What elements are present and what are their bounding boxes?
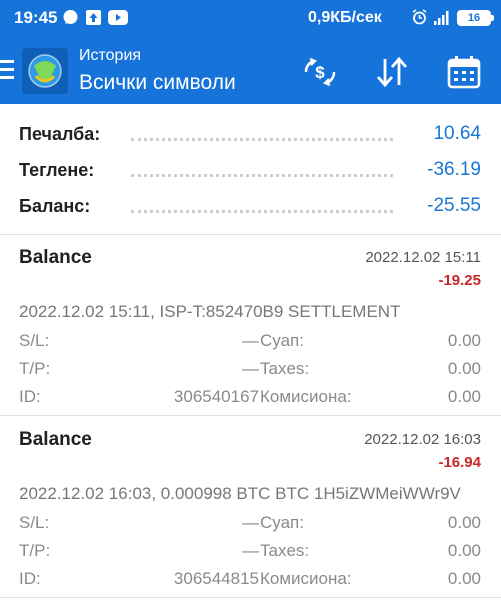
swap-label: Суап: <box>260 513 304 532</box>
deal-item[interactable]: Balance 2022.12.02 15:11 -19.25 2022.12.… <box>0 235 501 416</box>
chat-icon <box>63 10 78 24</box>
summary-row-profit: Печалба: 10.64 <box>19 118 481 152</box>
deal-row-id-commission: ID: 306544815 Комисиона: 0.00 <box>19 569 481 593</box>
sl-label: S/L: <box>19 331 50 350</box>
taxes-label: Taxes: <box>260 541 310 560</box>
deal-type: Balance <box>19 247 92 268</box>
app-bar-subtitle: История <box>79 47 142 64</box>
taxes-value: 0.00 <box>447 359 481 378</box>
upload-icon <box>86 10 101 25</box>
calendar-icon <box>447 56 481 89</box>
commission-value: 0.00 <box>447 569 481 588</box>
menu-icon[interactable] <box>0 60 14 82</box>
app-bar: История Всички символи $ <box>0 36 501 104</box>
summary-row-balance: Баланс: -25.55 <box>19 190 481 224</box>
dotted-leader <box>131 138 393 141</box>
commission-label: Комисиона: <box>260 569 352 588</box>
id-value: 306544815 <box>173 569 259 588</box>
dollar-exchange-button[interactable]: $ <box>300 52 340 92</box>
summary-row-withdrawal: Теглене: -36.19 <box>19 154 481 188</box>
summary-value: -25.55 <box>427 195 481 216</box>
sl-value: — <box>242 513 259 532</box>
sort-button[interactable] <box>372 52 412 92</box>
svg-text:$: $ <box>315 63 325 82</box>
sl-value: — <box>242 331 259 350</box>
deal-type: Balance <box>19 429 92 450</box>
summary-value: 10.64 <box>433 123 481 144</box>
deal-row-sl-swap: S/L: — Суап: 0.00 <box>19 331 481 355</box>
summary-value: -36.19 <box>427 159 481 180</box>
dotted-leader <box>131 210 393 213</box>
id-value: 306540167 <box>173 387 259 406</box>
deal-time: 2022.12.02 15:11 <box>365 249 481 266</box>
deal-row-tp-taxes: T/P: — Taxes: 0.00 <box>19 359 481 383</box>
swap-value: 0.00 <box>447 513 481 532</box>
summary-label: Баланс: <box>19 196 91 216</box>
deal-amount: -16.94 <box>438 454 481 471</box>
tp-label: T/P: <box>19 359 51 378</box>
commission-value: 0.00 <box>447 387 481 406</box>
taxes-label: Taxes: <box>260 359 310 378</box>
deal-comment: 2022.12.02 15:11, ISP-T:852470B9 SETTLEM… <box>19 302 401 321</box>
deal-item[interactable]: Balance 2022.12.02 16:03 -16.94 2022.12.… <box>0 417 501 598</box>
summary-label: Печалба: <box>19 124 101 144</box>
youtube-icon <box>108 10 128 25</box>
summary-panel: Печалба: 10.64 Теглене: -36.19 Баланс: -… <box>0 104 501 235</box>
summary-label: Теглене: <box>19 160 95 180</box>
alarm-icon <box>412 9 427 25</box>
sl-label: S/L: <box>19 513 50 532</box>
swap-value: 0.00 <box>447 331 481 350</box>
status-bar: 19:45 0,9КБ/сек 16 <box>0 0 501 36</box>
deal-amount: -19.25 <box>438 272 481 289</box>
taxes-value: 0.00 <box>447 541 481 560</box>
deal-row-id-commission: ID: 306540167 Комисиона: 0.00 <box>19 387 481 411</box>
calendar-button[interactable] <box>444 52 484 92</box>
notification-icons <box>62 9 128 26</box>
dollar-exchange-icon: $ <box>304 57 336 87</box>
app-bar-title[interactable]: Всички символи <box>79 71 236 95</box>
deal-row-sl-swap: S/L: — Суап: 0.00 <box>19 513 481 537</box>
tp-value: — <box>242 541 259 560</box>
battery-icon: 16 <box>457 10 494 26</box>
dotted-leader <box>131 174 393 177</box>
tp-label: T/P: <box>19 541 51 560</box>
id-label: ID: <box>19 569 41 588</box>
deal-row-tp-taxes: T/P: — Taxes: 0.00 <box>19 541 481 565</box>
sort-icon <box>376 56 408 88</box>
signal-icon <box>434 10 449 25</box>
id-label: ID: <box>19 387 41 406</box>
tp-value: — <box>242 359 259 378</box>
app-logo <box>22 48 68 94</box>
deal-comment: 2022.12.02 16:03, 0.000998 BTC BTC 1H5iZ… <box>19 484 461 503</box>
commission-label: Комисиона: <box>260 387 352 406</box>
network-speed: 0,9КБ/сек <box>308 9 382 26</box>
deal-time: 2022.12.02 16:03 <box>364 431 481 448</box>
swap-label: Суап: <box>260 331 304 350</box>
status-time: 19:45 <box>14 8 58 27</box>
